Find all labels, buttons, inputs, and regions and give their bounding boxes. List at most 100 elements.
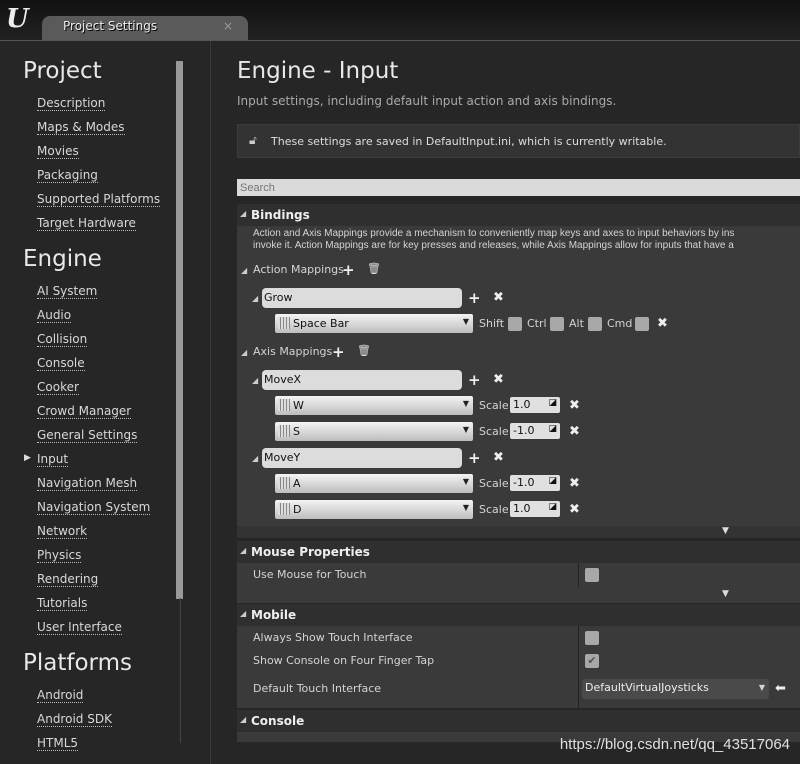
console-header[interactable]: ◢ Console bbox=[237, 710, 800, 732]
expand-icon[interactable]: ▼ bbox=[722, 526, 729, 536]
remove-axis-icon[interactable]: ✖ bbox=[493, 451, 504, 465]
keyboard-icon bbox=[278, 317, 290, 329]
ctrl-label: Ctrl bbox=[527, 317, 547, 330]
sidebar-item[interactable]: Network bbox=[37, 524, 88, 539]
trash-icon[interactable]: 🗑︎ bbox=[357, 344, 371, 357]
four-finger-label: Show Console on Four Finger Tap bbox=[253, 654, 435, 667]
sidebar-scrollbar[interactable] bbox=[176, 61, 183, 599]
search-input[interactable] bbox=[237, 179, 800, 196]
scale-input[interactable]: -1.0 ◪ bbox=[510, 475, 560, 491]
scale-input[interactable]: -1.0 ◪ bbox=[510, 423, 560, 439]
sidebar-section-title: Engine bbox=[23, 246, 102, 272]
sidebar-item[interactable]: AI System bbox=[37, 284, 98, 299]
add-axis-icon[interactable]: + bbox=[332, 345, 345, 360]
axis-name-field[interactable]: MoveX bbox=[262, 370, 462, 390]
remove-axis-icon[interactable]: ✖ bbox=[493, 373, 504, 387]
key-select[interactable]: D ▼ bbox=[275, 500, 473, 519]
scale-label: Scale bbox=[479, 503, 509, 516]
axis-name-field[interactable]: MoveY bbox=[262, 448, 462, 468]
sidebar-item[interactable]: Physics bbox=[37, 548, 82, 563]
sidebar-item[interactable]: Collision bbox=[37, 332, 88, 347]
key-select[interactable]: A ▼ bbox=[275, 474, 473, 493]
bindings-expand-bar[interactable] bbox=[237, 526, 800, 538]
ctrl-checkbox[interactable] bbox=[550, 317, 564, 331]
sidebar-item[interactable]: Input bbox=[37, 452, 69, 467]
sidebar-item[interactable]: User Interface bbox=[37, 620, 122, 635]
page-title: Engine - Input bbox=[237, 58, 399, 84]
sidebar-item[interactable]: Navigation Mesh bbox=[37, 476, 138, 491]
selected-arrow-icon: ▶ bbox=[24, 453, 31, 463]
default-touch-value: DefaultVirtualJoysticks bbox=[585, 681, 709, 694]
use-mouse-label: Use Mouse for Touch bbox=[253, 568, 367, 581]
bindings-desc-2: invoke it. Action Mappings are for key p… bbox=[253, 240, 734, 251]
sidebar-item[interactable]: Cooker bbox=[37, 380, 79, 395]
alt-checkbox[interactable] bbox=[588, 317, 602, 331]
sidebar-item[interactable]: Android SDK bbox=[37, 712, 112, 727]
sidebar-item[interactable]: Packaging bbox=[37, 168, 98, 183]
sidebar-item[interactable]: Console bbox=[37, 356, 85, 371]
four-finger-checkbox[interactable]: ✔ bbox=[585, 654, 599, 668]
sidebar-divider bbox=[180, 598, 181, 743]
remove-key-icon[interactable]: ✖ bbox=[657, 317, 668, 331]
spin-icon[interactable]: ◪ bbox=[548, 502, 557, 512]
mouse-properties-header[interactable]: ◢ Mouse Properties bbox=[237, 541, 800, 563]
remove-key-icon[interactable]: ✖ bbox=[569, 425, 580, 439]
sidebar-item[interactable]: General Settings bbox=[37, 428, 138, 443]
key-value: A bbox=[293, 477, 301, 490]
add-key-icon[interactable]: + bbox=[468, 291, 481, 306]
sidebar-item[interactable]: Rendering bbox=[37, 572, 99, 587]
key-value: S bbox=[293, 425, 300, 438]
default-touch-select[interactable]: DefaultVirtualJoysticks ▼ bbox=[582, 679, 769, 699]
scale-input[interactable]: 1.0 ◪ bbox=[510, 501, 560, 517]
dropdown-icon: ▼ bbox=[462, 399, 469, 408]
spin-icon[interactable]: ◪ bbox=[548, 424, 557, 434]
action-mappings-label: Action Mappings bbox=[253, 263, 344, 276]
remove-action-icon[interactable]: ✖ bbox=[493, 291, 504, 305]
sidebar-item[interactable]: Maps & Modes bbox=[37, 120, 125, 135]
sidebar-item[interactable]: Audio bbox=[37, 308, 72, 323]
expand-icon[interactable]: ▼ bbox=[722, 589, 729, 599]
sidebar-item[interactable]: Movies bbox=[37, 144, 79, 159]
sidebar-item[interactable]: Supported Platforms bbox=[37, 192, 161, 207]
sidebar-item[interactable]: Tutorials bbox=[37, 596, 88, 611]
key-select[interactable]: W ▼ bbox=[275, 396, 473, 415]
key-value: D bbox=[293, 503, 302, 516]
sidebar-item[interactable]: Navigation System bbox=[37, 500, 151, 515]
unreal-logo: U bbox=[6, 4, 29, 34]
add-action-icon[interactable]: + bbox=[342, 263, 355, 278]
sidebar-item[interactable]: Target Hardware bbox=[37, 216, 136, 231]
key-select[interactable]: Space Bar ▼ bbox=[275, 314, 473, 333]
scale-value: -1.0 bbox=[513, 476, 535, 489]
reset-arrow-icon[interactable]: ⬅ bbox=[775, 681, 786, 696]
axis-mappings-label: Axis Mappings bbox=[253, 345, 333, 358]
always-show-checkbox[interactable] bbox=[585, 631, 599, 645]
keyboard-icon bbox=[278, 425, 290, 437]
spin-icon[interactable]: ◪ bbox=[548, 398, 557, 408]
use-mouse-checkbox[interactable] bbox=[585, 568, 599, 582]
page-subtitle: Input settings, including default input … bbox=[237, 94, 617, 108]
add-key-icon[interactable]: + bbox=[468, 373, 481, 388]
key-select[interactable]: S ▼ bbox=[275, 422, 473, 441]
shift-checkbox[interactable] bbox=[508, 317, 522, 331]
cmd-checkbox[interactable] bbox=[635, 317, 649, 331]
add-key-icon[interactable]: + bbox=[468, 451, 481, 466]
sidebar-item[interactable]: Description bbox=[37, 96, 106, 111]
spin-icon[interactable]: ◪ bbox=[548, 476, 557, 486]
mobile-header[interactable]: ◢ Mobile bbox=[237, 604, 800, 626]
action-name-field[interactable]: Grow bbox=[262, 288, 462, 308]
console-title: Console bbox=[251, 714, 305, 728]
scale-input[interactable]: 1.0 ◪ bbox=[510, 397, 560, 413]
sidebar-section-title: Project bbox=[23, 58, 102, 84]
sidebar-item[interactable]: Android bbox=[37, 688, 84, 703]
dropdown-icon: ▼ bbox=[462, 503, 469, 512]
bindings-header[interactable]: ◢ Bindings bbox=[237, 204, 800, 226]
keyboard-icon bbox=[278, 399, 290, 411]
sidebar-item[interactable]: HTML5 bbox=[37, 736, 79, 751]
trash-icon[interactable]: 🗑︎ bbox=[367, 262, 381, 275]
remove-key-icon[interactable]: ✖ bbox=[569, 477, 580, 491]
sidebar-item[interactable]: Crowd Manager bbox=[37, 404, 132, 419]
tab-close-icon[interactable]: × bbox=[223, 19, 233, 33]
dropdown-icon: ▼ bbox=[462, 317, 469, 326]
remove-key-icon[interactable]: ✖ bbox=[569, 503, 580, 517]
remove-key-icon[interactable]: ✖ bbox=[569, 399, 580, 413]
